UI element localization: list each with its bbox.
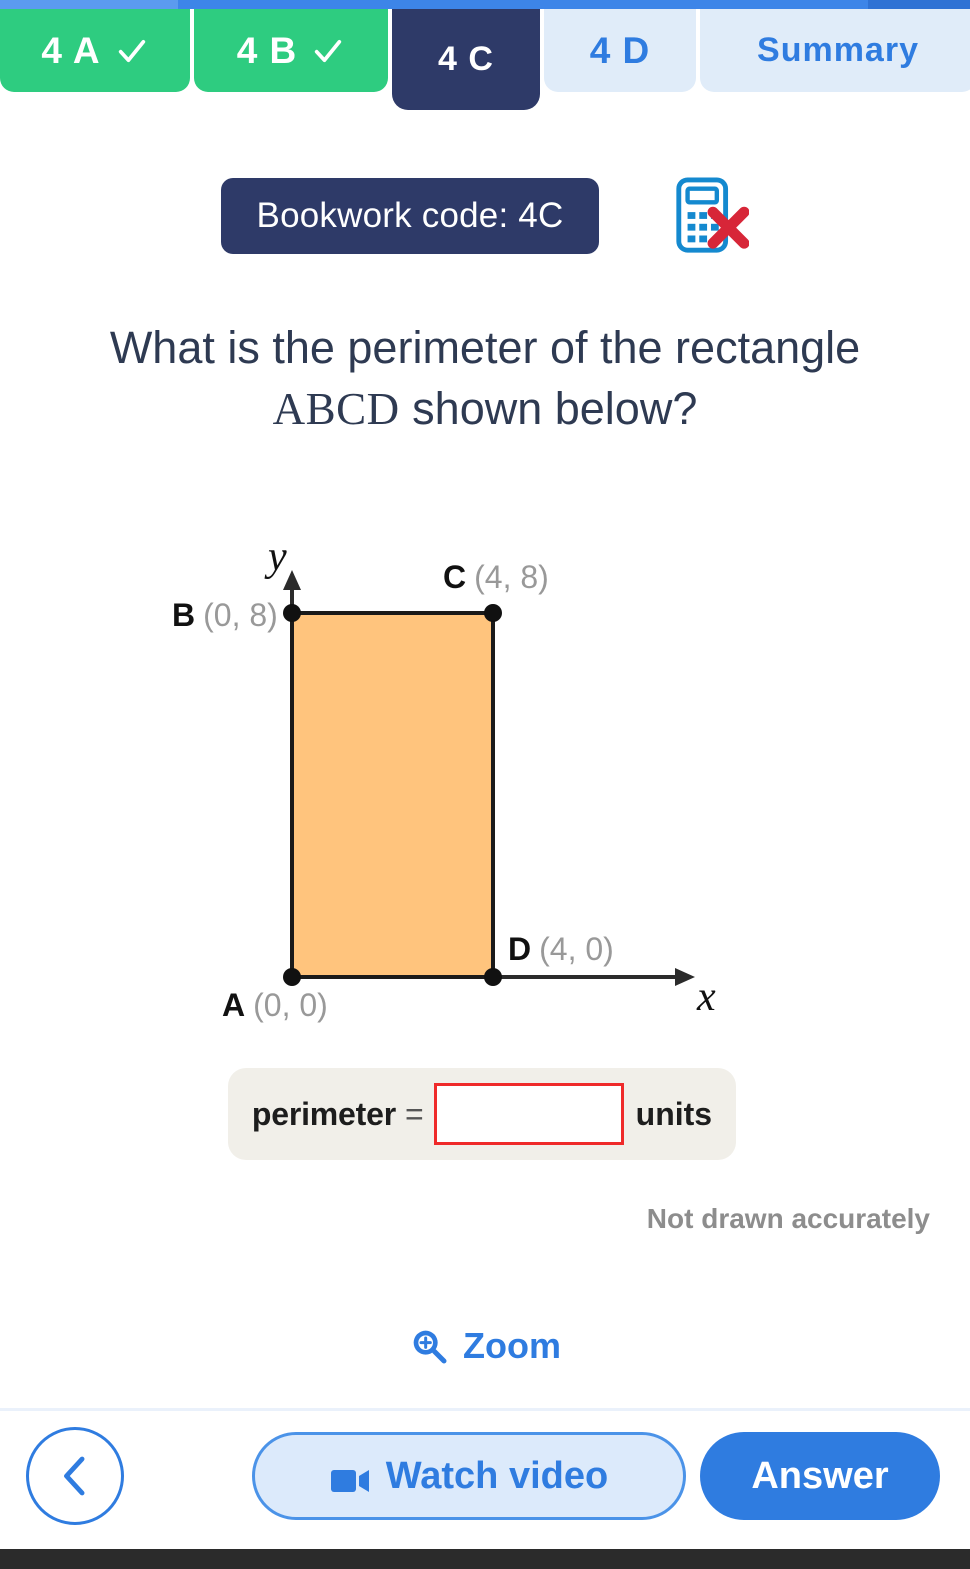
question-text: What is the perimeter of the rectangle A…	[20, 318, 950, 440]
tab-4c[interactable]: 4 C	[392, 9, 540, 110]
bookwork-code-badge: Bookwork code: 4C	[220, 178, 600, 254]
tab-4d[interactable]: 4 D	[544, 9, 696, 92]
tab-4d-label: 4 D	[589, 29, 651, 71]
progress-strip	[0, 0, 970, 9]
label-C: C (4, 8)	[443, 559, 549, 595]
video-camera-icon	[330, 1462, 370, 1492]
tab-bar: 4 A 4 B 4 C 4 D Summary	[0, 9, 970, 110]
question-shape-name: ABCD	[272, 383, 400, 434]
vertex-B	[283, 604, 301, 622]
answer-button[interactable]: Answer	[700, 1432, 940, 1520]
tab-4c-label: 4 C	[438, 40, 494, 78]
watch-video-button[interactable]: Watch video	[252, 1432, 686, 1520]
rectangle-abcd	[290, 611, 495, 979]
bookwork-row: Bookwork code: 4C	[0, 175, 970, 257]
label-D: D (4, 0)	[508, 931, 614, 967]
perimeter-label: perimeter	[251, 1095, 396, 1132]
check-icon	[311, 34, 345, 68]
question-line-1: What is the perimeter of the rectangle	[109, 322, 861, 373]
not-drawn-accurately-note: Not drawn accurately	[646, 1203, 930, 1234]
watch-video-label: Watch video	[385, 1454, 609, 1497]
tab-4b[interactable]: 4 B	[194, 9, 388, 92]
check-icon	[115, 34, 149, 68]
label-A: A (0, 0)	[222, 987, 328, 1023]
app-root: 4 A 4 B 4 C 4 D Summary Bookwork code: 4…	[0, 0, 970, 1569]
question-line-2: shown below?	[399, 382, 698, 434]
vertex-D	[484, 968, 502, 986]
rectangle-diagram: y x B (0, 8) C (4, 8) A (0, 0) D (4, 0)	[0, 520, 970, 1060]
answer-button-label: Answer	[751, 1454, 889, 1497]
progress-segment-2	[178, 0, 868, 9]
progress-segment-3	[868, 0, 970, 9]
zoom-label: Zoom	[463, 1325, 561, 1366]
system-navigation-bar	[0, 1549, 970, 1569]
progress-segment-1	[0, 0, 178, 9]
perimeter-input[interactable]	[433, 1083, 624, 1145]
tab-4a[interactable]: 4 A	[0, 9, 190, 92]
tab-summary-label: Summary	[757, 31, 919, 69]
y-axis-label: y	[264, 534, 287, 580]
back-button[interactable]	[26, 1427, 124, 1525]
answer-input-group: perimeter = units	[228, 1068, 736, 1160]
zoom-button[interactable]: Zoom	[0, 1325, 970, 1367]
equals-sign: =	[404, 1095, 424, 1132]
tab-4a-label: 4 A	[41, 29, 101, 71]
zoom-in-icon	[409, 1326, 449, 1366]
vertex-C	[484, 604, 502, 622]
tab-4b-label: 4 B	[236, 29, 298, 71]
units-label: units	[635, 1095, 713, 1132]
calculator-not-allowed-icon	[671, 175, 750, 257]
tab-summary[interactable]: Summary	[700, 9, 970, 92]
label-B: B (0, 8)	[172, 597, 278, 633]
chevron-left-icon	[58, 1454, 92, 1498]
footer-bar: Watch video Answer	[0, 1411, 970, 1541]
x-axis-label: x	[696, 974, 716, 1020]
vertex-A	[283, 968, 301, 986]
